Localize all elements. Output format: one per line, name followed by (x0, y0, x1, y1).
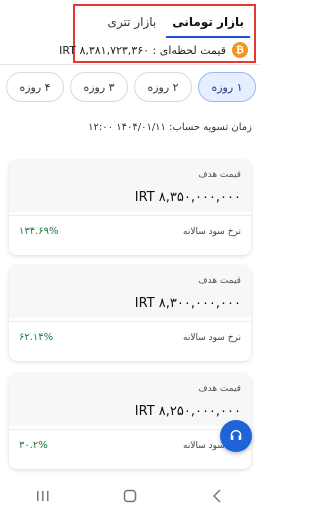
target-price-card-1[interactable]: قیمت هدف IRT ۸,۳۵۰,۰۰۰,۰۰۰ نرخ سود سالان… (9, 160, 251, 255)
period-selector: ۱ روزه ۲ روزه ۳ روزه ۴ روزه (0, 72, 256, 102)
annual-rate-label: نرخ سود سالانه (183, 227, 241, 237)
target-price-amount: IRT ۸,۲۵۰,۰۰۰,۰۰۰ (134, 404, 241, 419)
market-tabs: بازار تومانی بازار تتری (75, 10, 254, 38)
target-price-amount: IRT ۸,۳۰۰,۰۰۰,۰۰۰ (134, 296, 241, 311)
live-price-row: ₿ قیمت لحظه‌ای : IRT ۸,۳۸۱,۷۲۳,۳۶۰ (59, 42, 248, 58)
annual-rate-label: نرخ سود سالانه (183, 333, 241, 343)
headset-icon (230, 430, 242, 440)
settlement-time: زمان تسویه حساب: ۱۴۰۴/۰۱/۱۱ ۱۲:۰۰ (88, 122, 252, 133)
target-price-label: قیمت هدف (198, 276, 241, 286)
period-3-day[interactable]: ۳ روزه (70, 72, 128, 102)
recent-apps-icon[interactable] (33, 486, 53, 506)
back-icon[interactable] (207, 486, 227, 506)
live-price-text: قیمت لحظه‌ای : IRT ۸,۳۸۱,۷۲۳,۳۶۰ (59, 43, 226, 57)
target-price-card-3[interactable]: قیمت هدف IRT ۸,۲۵۰,۰۰۰,۰۰۰ نرخ سود سالان… (9, 374, 251, 469)
target-price-label: قیمت هدف (198, 384, 241, 394)
tab-tether-market[interactable]: بازار تتری (102, 10, 163, 36)
support-button[interactable] (220, 420, 252, 452)
market-header: بازار تومانی بازار تتری ₿ قیمت لحظه‌ای :… (59, 4, 256, 63)
bitcoin-icon: ₿ (232, 42, 248, 58)
header-divider (0, 64, 260, 65)
target-price-label: قیمت هدف (198, 170, 241, 180)
home-icon[interactable] (120, 486, 140, 506)
annual-rate-value: ۱۳۴.۶۹% (19, 226, 59, 237)
period-4-day[interactable]: ۴ روزه (6, 72, 64, 102)
target-price-amount: IRT ۸,۳۵۰,۰۰۰,۰۰۰ (134, 190, 241, 205)
period-2-day[interactable]: ۲ روزه (134, 72, 192, 102)
period-1-day[interactable]: ۱ روزه (198, 72, 256, 102)
target-price-card-2[interactable]: قیمت هدف IRT ۸,۳۰۰,۰۰۰,۰۰۰ نرخ سود سالان… (9, 266, 251, 361)
tab-toman-market[interactable]: بازار تومانی (166, 10, 250, 38)
annual-rate-value: ۳۰.۲% (19, 440, 48, 451)
annual-rate-value: ۶۲.۱۴% (19, 332, 54, 343)
system-nav-bar (0, 480, 260, 512)
